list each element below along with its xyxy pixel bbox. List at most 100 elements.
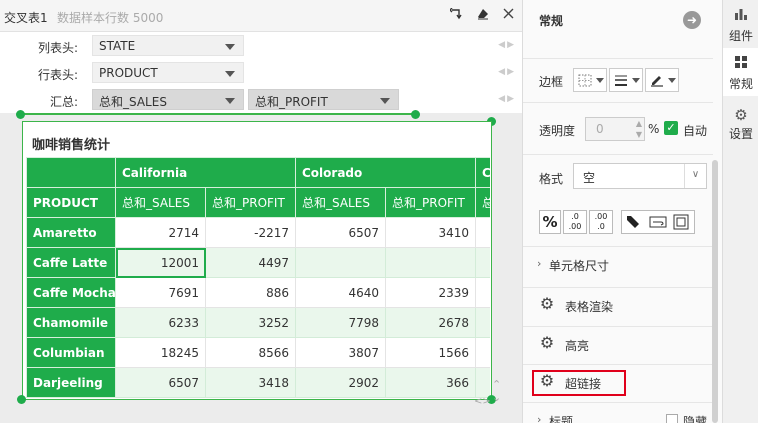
value-cell[interactable] <box>475 217 490 248</box>
grid-icon <box>723 55 758 73</box>
tab-settings[interactable]: ⚙ 设置 <box>723 100 758 148</box>
product-cell[interactable]: Darjeeling <box>26 367 116 398</box>
opacity-unit: % <box>648 122 660 136</box>
product-cell[interactable]: Columbian <box>26 337 116 368</box>
column-header-row: 列表头: STATE ◀▶ <box>0 32 522 59</box>
product-cell[interactable]: Caffe Mocha <box>26 277 116 308</box>
format-label: 格式 <box>539 172 564 186</box>
chevron-down-icon <box>596 78 604 83</box>
hyperlink-section[interactable]: ⚙ 超链接 <box>523 364 713 400</box>
value-cell[interactable]: 3418 <box>205 367 296 398</box>
value-cell[interactable] <box>475 337 490 368</box>
value-cell[interactable]: 2339 <box>384 277 477 308</box>
value-cell[interactable] <box>475 247 490 278</box>
auto-checkbox[interactable]: ✓ <box>664 121 678 135</box>
value-cell[interactable] <box>475 367 490 398</box>
fit-cell-icon[interactable] <box>673 214 689 239</box>
table-render-section[interactable]: ⚙ 表格渲染 <box>523 287 713 321</box>
value-cell[interactable]: 7691 <box>115 277 206 308</box>
selected-value-cell[interactable]: 12001 <box>115 247 206 278</box>
crosstab-report[interactable]: 咖啡销售统计 California Colorado C PRODUCT 总和_… <box>22 121 492 400</box>
chevron-down-icon <box>632 78 640 83</box>
measure-header-cell[interactable]: 总和_SALES <box>295 187 386 218</box>
hide-checkbox[interactable] <box>666 414 678 423</box>
border-label: 边框 <box>539 75 564 89</box>
value-cell[interactable]: 3410 <box>384 217 477 248</box>
value-cell[interactable] <box>475 277 490 308</box>
highlight-section[interactable]: ⚙ 高亮 <box>523 326 713 360</box>
resize-handle[interactable] <box>411 110 420 119</box>
resize-handle[interactable] <box>17 395 26 404</box>
value-cell[interactable]: 4497 <box>205 247 296 278</box>
opacity-input[interactable]: 0 ▲ ▼ <box>585 117 645 141</box>
percent-format-button[interactable]: % <box>539 210 561 234</box>
product-cell[interactable]: Amaretto <box>26 217 116 248</box>
pen-icon <box>651 76 663 87</box>
value-cell[interactable]: 6507 <box>295 217 386 248</box>
value-cell[interactable]: 7798 <box>295 307 386 338</box>
product-field[interactable]: PRODUCT <box>92 62 244 83</box>
line-style-picker[interactable] <box>609 68 643 92</box>
value-cell[interactable]: 6233 <box>115 307 206 338</box>
panel-header: 常规 ➜ <box>523 0 723 40</box>
value-cell[interactable]: 3807 <box>295 337 386 368</box>
border-style-picker[interactable] <box>573 68 607 92</box>
eraser-icon[interactable] <box>477 8 489 24</box>
value-cell[interactable] <box>475 307 490 338</box>
value-cell[interactable]: 2678 <box>384 307 477 338</box>
value-cell[interactable]: 3252 <box>205 307 296 338</box>
row-header-cell[interactable]: PRODUCT <box>26 187 116 218</box>
pivot-swap-icon[interactable] <box>449 7 462 24</box>
border-color-picker[interactable] <box>645 68 679 92</box>
panel-title: 常规 <box>539 14 564 28</box>
close-icon[interactable] <box>503 8 514 23</box>
product-cell[interactable]: Chamomile <box>26 307 116 338</box>
value-cell[interactable]: 2902 <box>295 367 386 398</box>
measure-header-cell[interactable]: 总和_SALES <box>115 187 206 218</box>
state-header-cell[interactable]: California <box>115 157 296 188</box>
caption-section[interactable]: › 标题 隐藏 <box>523 402 713 423</box>
summary-row: 汇总: 总和_SALES 总和_PROFIT ◀▶ <box>0 86 522 113</box>
vertical-scroll-icon[interactable]: ⌃ ⌄ <box>492 378 501 404</box>
measure-header-cell[interactable]: 总和_SALES <box>475 187 490 218</box>
scroll-arrows-icon[interactable]: ◀▶ <box>498 67 516 77</box>
value-cell[interactable]: 18245 <box>115 337 206 368</box>
measure-header-cell[interactable]: 总和_PROFIT <box>205 187 296 218</box>
value-cell[interactable]: 2714 <box>115 217 206 248</box>
measure-header-cell[interactable]: 总和_PROFIT <box>384 187 477 218</box>
value-cell[interactable]: 1566 <box>384 337 477 368</box>
value-cell[interactable] <box>384 247 477 278</box>
resize-handle[interactable] <box>16 110 25 119</box>
value-cell[interactable]: 366 <box>384 367 477 398</box>
value-cell[interactable] <box>295 247 386 278</box>
section-label: 表格渲染 <box>565 300 614 314</box>
scroll-arrows-icon[interactable]: ◀▶ <box>498 94 516 104</box>
cell-size-section[interactable]: › 单元格尺寸 <box>523 246 713 280</box>
format-painter-icon[interactable] <box>625 214 641 239</box>
state-header-cell[interactable]: C <box>475 157 490 188</box>
decrease-decimal-button[interactable]: .00 .0 <box>589 210 613 234</box>
value-cell[interactable]: 8566 <box>205 337 296 368</box>
value-cell[interactable]: 6507 <box>115 367 206 398</box>
crosstab-table: California Colorado C PRODUCT 总和_SALES 总… <box>26 157 490 398</box>
sum-sales-field[interactable]: 总和_SALES <box>92 89 244 110</box>
product-cell[interactable]: Caffe Latte <box>26 247 116 278</box>
panel-scrollbar[interactable] <box>712 160 718 423</box>
tab-components[interactable]: 组件 <box>723 0 758 48</box>
sum-profit-field[interactable]: 总和_PROFIT <box>248 89 399 110</box>
scroll-arrows-icon[interactable]: ◀▶ <box>498 40 516 50</box>
format-select[interactable]: 空 ∨ <box>573 163 707 189</box>
value-cell[interactable]: 886 <box>205 277 296 308</box>
wrap-text-icon[interactable] <box>649 214 667 239</box>
editor-toolbar: 交叉表1 数据样本行数 5000 <box>0 0 522 32</box>
section-label: 单元格尺寸 <box>549 259 610 273</box>
stepper-icon[interactable]: ▲ ▼ <box>636 118 642 140</box>
increase-decimal-button[interactable]: .0 .00 <box>563 210 587 234</box>
value-cell[interactable]: 4640 <box>295 277 386 308</box>
state-field[interactable]: STATE <box>92 35 244 56</box>
state-header-cell[interactable]: Colorado <box>294 157 477 188</box>
tab-general[interactable]: 常规 <box>723 48 758 96</box>
value-cell[interactable]: -2217 <box>205 217 296 248</box>
arrow-right-icon[interactable]: ➜ <box>683 11 701 29</box>
horizontal-scroll-icon[interactable]: <> <box>474 396 491 407</box>
